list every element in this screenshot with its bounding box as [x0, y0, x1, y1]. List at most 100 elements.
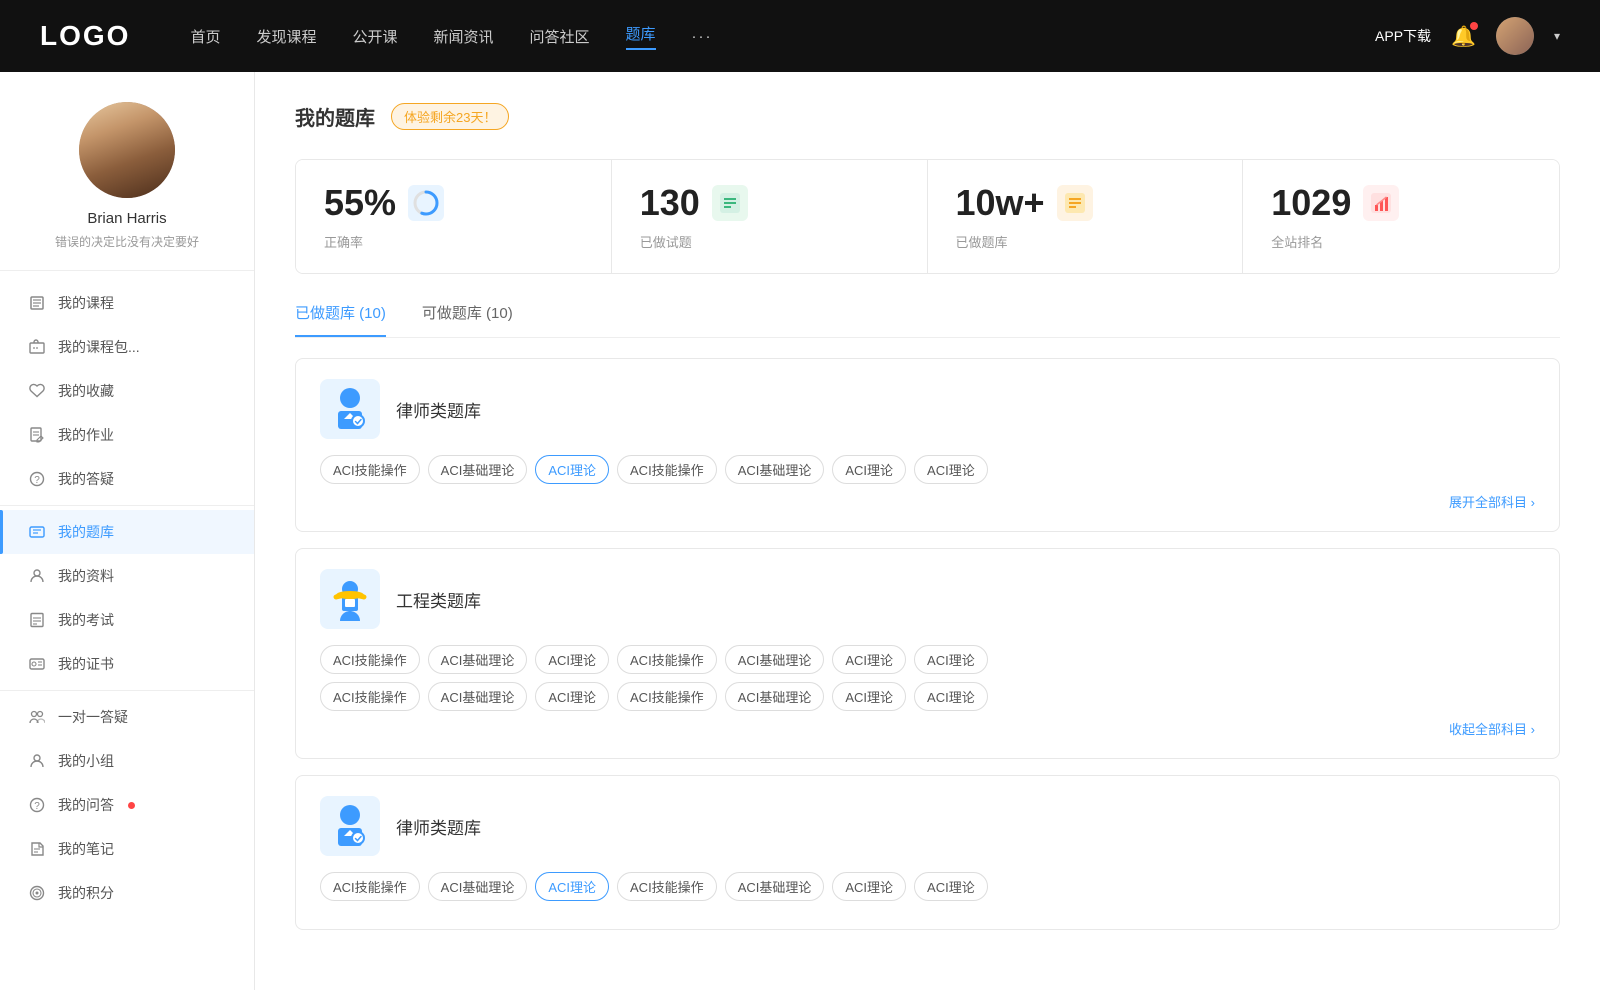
profile-section: Brian Harris 错误的决定比没有决定要好 [0, 72, 254, 271]
divider-2 [0, 690, 254, 691]
tag[interactable]: ACI基础理论 [428, 872, 528, 901]
tag[interactable]: ACI基础理论 [725, 872, 825, 901]
favorites-icon [28, 382, 46, 400]
bank-1-header: 律师类题库 [320, 379, 1535, 439]
sidebar-item-favorites[interactable]: 我的收藏 [0, 369, 254, 413]
tag[interactable]: ACI技能操作 [617, 872, 717, 901]
logo[interactable]: LOGO [40, 20, 130, 52]
sidebar-item-courses[interactable]: 我的课程 [0, 281, 254, 325]
profile-motto: 错误的决定比没有决定要好 [55, 233, 199, 250]
sidebar-item-exams[interactable]: 我的考试 [0, 598, 254, 642]
nav-news[interactable]: 新闻资讯 [434, 26, 494, 47]
stat-accuracy-top: 55% [324, 182, 583, 224]
sidebar-item-certificates[interactable]: 我的证书 [0, 642, 254, 686]
tag[interactable]: ACI技能操作 [617, 645, 717, 674]
bell-notification-dot [1470, 22, 1478, 30]
course-packages-icon [28, 338, 46, 356]
tag[interactable]: ACI理论 [914, 872, 988, 901]
sidebar-item-groups[interactable]: 我的小组 [0, 739, 254, 783]
stat-done-questions-top: 130 [640, 182, 899, 224]
tabs-row: 已做题库 (10) 可做题库 (10) [295, 302, 1560, 338]
nav-open-course[interactable]: 公开课 [352, 26, 397, 47]
stat-accuracy: 55% 正确率 [296, 160, 612, 273]
done-questions-label: 已做试题 [640, 232, 899, 251]
tag[interactable]: ACI技能操作 [617, 455, 717, 484]
done-banks-value: 10w+ [956, 182, 1045, 224]
divider-1 [0, 505, 254, 506]
tag[interactable]: ACI理论 [914, 682, 988, 711]
bell-button[interactable]: 🔔 [1451, 24, 1476, 49]
stat-ranking-top: 1029 [1271, 182, 1531, 224]
sidebar-favorites-label: 我的收藏 [58, 381, 114, 401]
main-inner: 我的题库 体验剩余23天！ 55% [255, 72, 1600, 990]
sidebar-points-label: 我的积分 [58, 883, 114, 903]
tag[interactable]: ACI基础理论 [725, 645, 825, 674]
sidebar-homework-label: 我的作业 [58, 425, 114, 445]
tag-active[interactable]: ACI理论 [535, 455, 609, 484]
tag[interactable]: ACI理论 [832, 455, 906, 484]
bank-3-icon [320, 796, 380, 856]
tag[interactable]: ACI基础理论 [428, 645, 528, 674]
user-avatar[interactable] [1496, 17, 1534, 55]
tag[interactable]: ACI技能操作 [320, 872, 420, 901]
certificates-icon [28, 655, 46, 673]
sidebar-item-one-on-one[interactable]: 一对一答疑 [0, 695, 254, 739]
question-bank-icon [28, 523, 46, 541]
sidebar-item-question-bank[interactable]: 我的题库 [0, 510, 254, 554]
profile-avatar [79, 102, 175, 198]
sidebar-qa-label: 我的答疑 [58, 469, 114, 489]
tag[interactable]: ACI理论 [832, 872, 906, 901]
tag[interactable]: ACI理论 [535, 645, 609, 674]
bank-2-title: 工程类题库 [396, 587, 481, 612]
bank-3-tags: ACI技能操作 ACI基础理论 ACI理论 ACI技能操作 ACI基础理论 AC… [320, 872, 1535, 901]
navbar: LOGO 首页 发现课程 公开课 新闻资讯 问答社区 题库 ··· APP下载 … [0, 0, 1600, 72]
navbar-right: APP下载 🔔 ▾ [1375, 17, 1560, 55]
tag[interactable]: ACI理论 [832, 645, 906, 674]
homework-icon [28, 426, 46, 444]
app-download[interactable]: APP下载 [1375, 26, 1431, 46]
bank-2-header: 工程类题库 [320, 569, 1535, 629]
ranking-label: 全站排名 [1271, 232, 1531, 251]
tag-active[interactable]: ACI理论 [535, 872, 609, 901]
tag[interactable]: ACI理论 [832, 682, 906, 711]
sidebar-item-qa[interactable]: ? 我的答疑 [0, 457, 254, 501]
done-banks-icon [1057, 185, 1093, 221]
tag[interactable]: ACI技能操作 [320, 645, 420, 674]
nav-more[interactable]: ··· [692, 28, 713, 45]
bank-1-expand[interactable]: 展开全部科目 › [320, 492, 1535, 511]
tag[interactable]: ACI理论 [914, 455, 988, 484]
tab-done[interactable]: 已做题库 (10) [295, 302, 386, 337]
sidebar-item-homework[interactable]: 我的作业 [0, 413, 254, 457]
nav-home[interactable]: 首页 [190, 26, 220, 47]
sidebar-my-qa-label: 我的问答 [58, 795, 114, 815]
sidebar-item-profile-info[interactable]: 我的资料 [0, 554, 254, 598]
bank-1-tags: ACI技能操作 ACI基础理论 ACI理论 ACI技能操作 ACI基础理论 AC… [320, 455, 1535, 484]
nav-questionbank[interactable]: 题库 [626, 23, 656, 50]
tag[interactable]: ACI技能操作 [320, 682, 420, 711]
tag[interactable]: ACI基础理论 [428, 682, 528, 711]
sidebar-item-notes[interactable]: 我的笔记 [0, 827, 254, 871]
svg-text:?: ? [34, 801, 40, 812]
sidebar-item-points[interactable]: 我的积分 [0, 871, 254, 915]
stat-ranking: 1029 全站排名 [1243, 160, 1559, 273]
accuracy-value: 55% [324, 182, 396, 224]
tag[interactable]: ACI理论 [535, 682, 609, 711]
nav-discover[interactable]: 发现课程 [256, 26, 316, 47]
bank-2-collapse[interactable]: 收起全部科目 › [320, 719, 1535, 738]
bank-card-1: 律师类题库 ACI技能操作 ACI基础理论 ACI理论 ACI技能操作 ACI基… [295, 358, 1560, 532]
qa-icon: ? [28, 470, 46, 488]
user-dropdown-arrow[interactable]: ▾ [1554, 29, 1560, 43]
sidebar-item-my-qa[interactable]: ? 我的问答 [0, 783, 254, 827]
tag[interactable]: ACI技能操作 [320, 455, 420, 484]
tag[interactable]: ACI基础理论 [725, 682, 825, 711]
avatar-image-sidebar [79, 102, 175, 198]
sidebar: Brian Harris 错误的决定比没有决定要好 我的课程 我的课程包... [0, 72, 255, 990]
tag[interactable]: ACI基础理论 [725, 455, 825, 484]
page-title: 我的题库 [295, 102, 375, 131]
nav-qa[interactable]: 问答社区 [530, 26, 590, 47]
tag[interactable]: ACI基础理论 [428, 455, 528, 484]
tag[interactable]: ACI技能操作 [617, 682, 717, 711]
sidebar-item-course-packages[interactable]: 我的课程包... [0, 325, 254, 369]
tab-available[interactable]: 可做题库 (10) [422, 302, 513, 337]
tag[interactable]: ACI理论 [914, 645, 988, 674]
